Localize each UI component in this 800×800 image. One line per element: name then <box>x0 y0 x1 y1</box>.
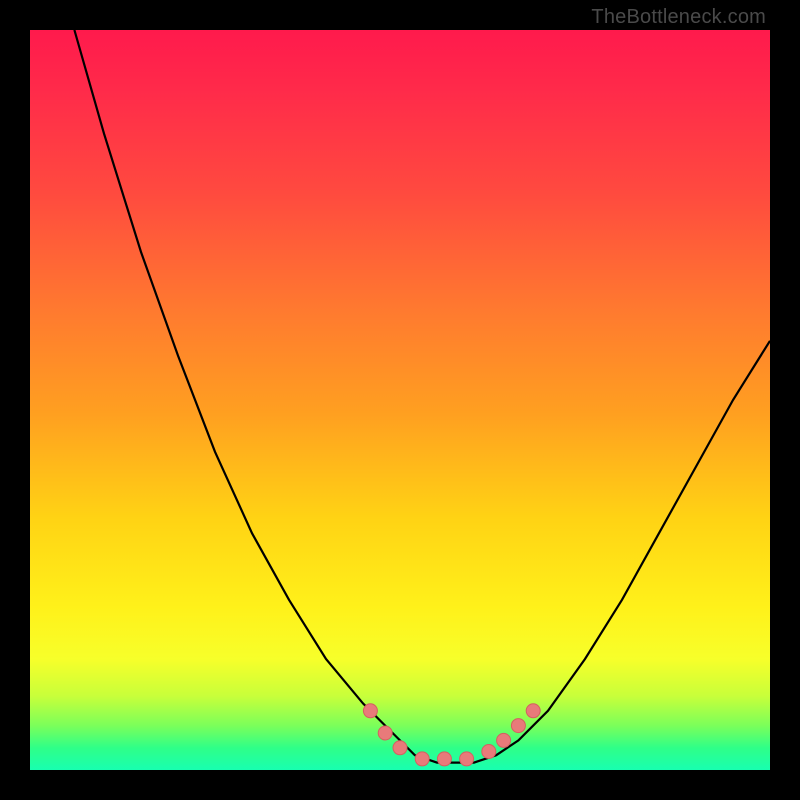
curve-marker <box>437 752 451 766</box>
chart-frame: TheBottleneck.com <box>0 0 800 800</box>
curve-markers <box>363 704 540 766</box>
curve-marker <box>378 726 392 740</box>
curve-marker <box>393 741 407 755</box>
watermark-text: TheBottleneck.com <box>591 6 766 29</box>
curve-marker <box>460 752 474 766</box>
bottleneck-curve-svg <box>30 30 770 770</box>
curve-marker <box>363 704 377 718</box>
plot-area <box>30 30 770 770</box>
curve-marker <box>497 733 511 747</box>
bottleneck-curve <box>74 30 770 763</box>
curve-marker <box>511 719 525 733</box>
curve-marker <box>415 752 429 766</box>
curve-marker <box>482 745 496 759</box>
curve-marker <box>526 704 540 718</box>
